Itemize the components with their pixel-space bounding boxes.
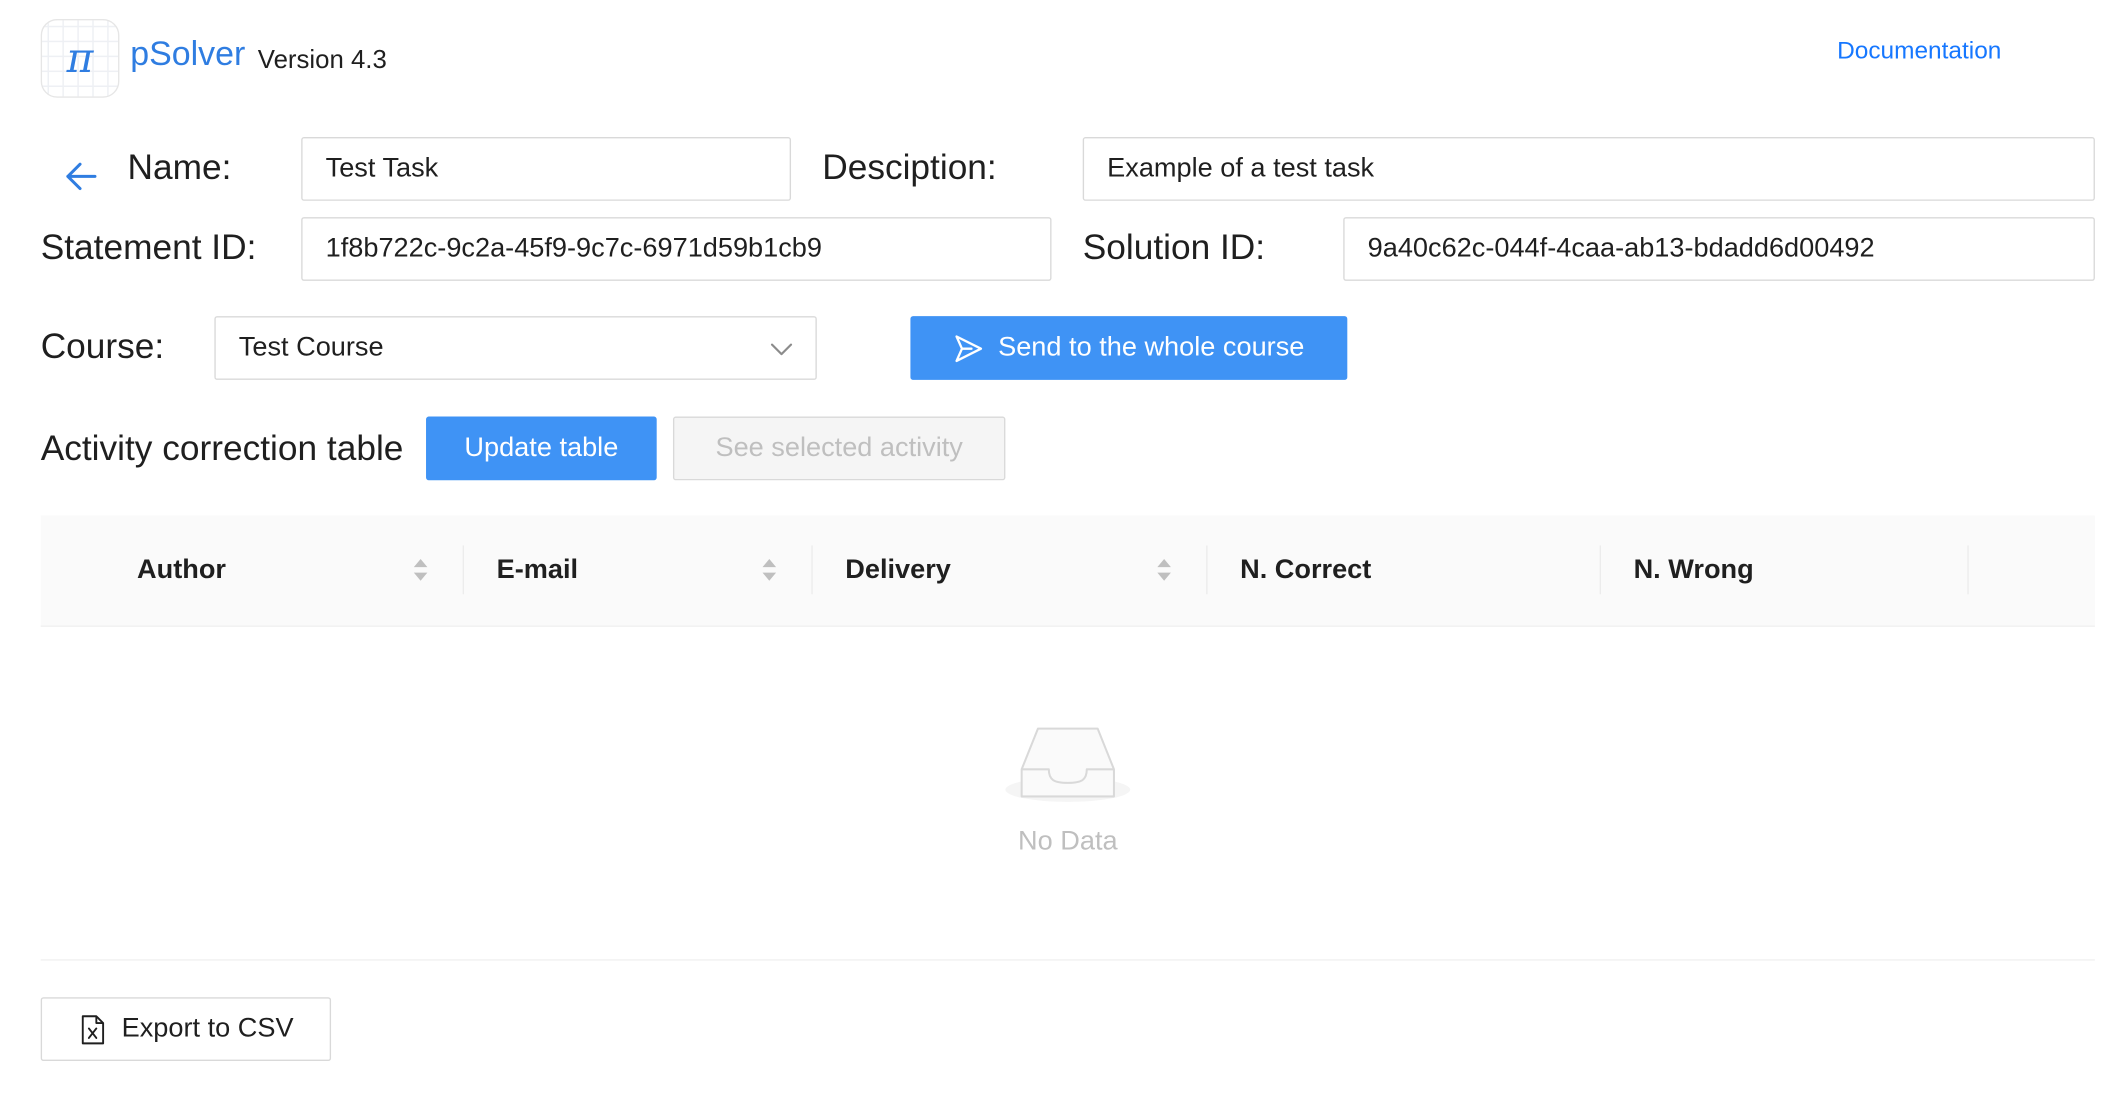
- app-logo: π: [40, 18, 120, 98]
- n-correct-header-label: N. Correct: [1240, 554, 1372, 585]
- export-csv-label: Export to CSV: [121, 1013, 294, 1044]
- app-version: Version 4.3: [257, 46, 387, 75]
- column-divider: [1599, 545, 1602, 595]
- column-header-author[interactable]: Author: [137, 516, 226, 626]
- table-header: Author E-mail Delivery N. Correct N. Wro…: [40, 515, 2095, 627]
- description-label: Desciption:: [822, 146, 997, 188]
- author-header-label: Author: [137, 554, 226, 585]
- arrow-left-icon: [66, 162, 97, 191]
- documentation-link[interactable]: Documentation: [1837, 38, 2001, 62]
- column-divider: [1206, 545, 1208, 595]
- email-header-label: E-mail: [496, 554, 579, 585]
- column-header-email[interactable]: E-mail: [497, 516, 578, 626]
- course-label: Course:: [40, 325, 165, 367]
- sort-icon[interactable]: [1156, 556, 1172, 583]
- activity-table-title: Activity correction table: [40, 427, 404, 469]
- chevron-down-icon: [770, 343, 793, 356]
- see-selected-activity-button: See selected activity: [672, 416, 1006, 481]
- empty-inbox-icon: [1005, 727, 1131, 802]
- send-button-label: Send to the whole course: [998, 332, 1305, 363]
- n-wrong-header-label: N. Wrong: [1633, 554, 1754, 585]
- back-button[interactable]: [62, 157, 100, 195]
- no-data-text: No Data: [1018, 826, 1118, 857]
- solution-id-input[interactable]: [1343, 217, 2095, 281]
- send-icon: [954, 334, 982, 362]
- pi-logo-icon: π: [66, 34, 94, 83]
- update-table-label: Update table: [464, 432, 619, 463]
- column-header-delivery[interactable]: Delivery: [845, 516, 951, 626]
- excel-file-icon: [81, 1014, 104, 1044]
- solution-id-label: Solution ID:: [1082, 226, 1266, 268]
- column-divider: [1967, 545, 1969, 595]
- table-empty-state: No Data: [40, 625, 2095, 961]
- app-name: pSolver: [130, 35, 246, 74]
- column-header-n-correct: N. Correct: [1240, 516, 1371, 626]
- course-selected-value: Test Course: [238, 332, 384, 363]
- delivery-header-label: Delivery: [845, 554, 951, 585]
- sort-icon[interactable]: [412, 556, 428, 583]
- column-divider: [811, 545, 813, 595]
- sort-icon[interactable]: [761, 556, 777, 583]
- send-to-course-button[interactable]: Send to the whole course: [910, 316, 1348, 380]
- course-select[interactable]: Test Course: [214, 316, 817, 380]
- statement-id-label: Statement ID:: [40, 226, 257, 268]
- name-input[interactable]: [301, 137, 792, 201]
- description-input[interactable]: [1082, 137, 2095, 201]
- export-csv-button[interactable]: Export to CSV: [40, 997, 332, 1062]
- see-selected-label: See selected activity: [715, 432, 963, 463]
- name-label: Name:: [127, 146, 232, 188]
- update-table-button[interactable]: Update table: [426, 416, 657, 481]
- column-divider: [462, 545, 465, 595]
- column-header-n-wrong: N. Wrong: [1634, 516, 1754, 626]
- statement-id-input[interactable]: [301, 217, 1052, 281]
